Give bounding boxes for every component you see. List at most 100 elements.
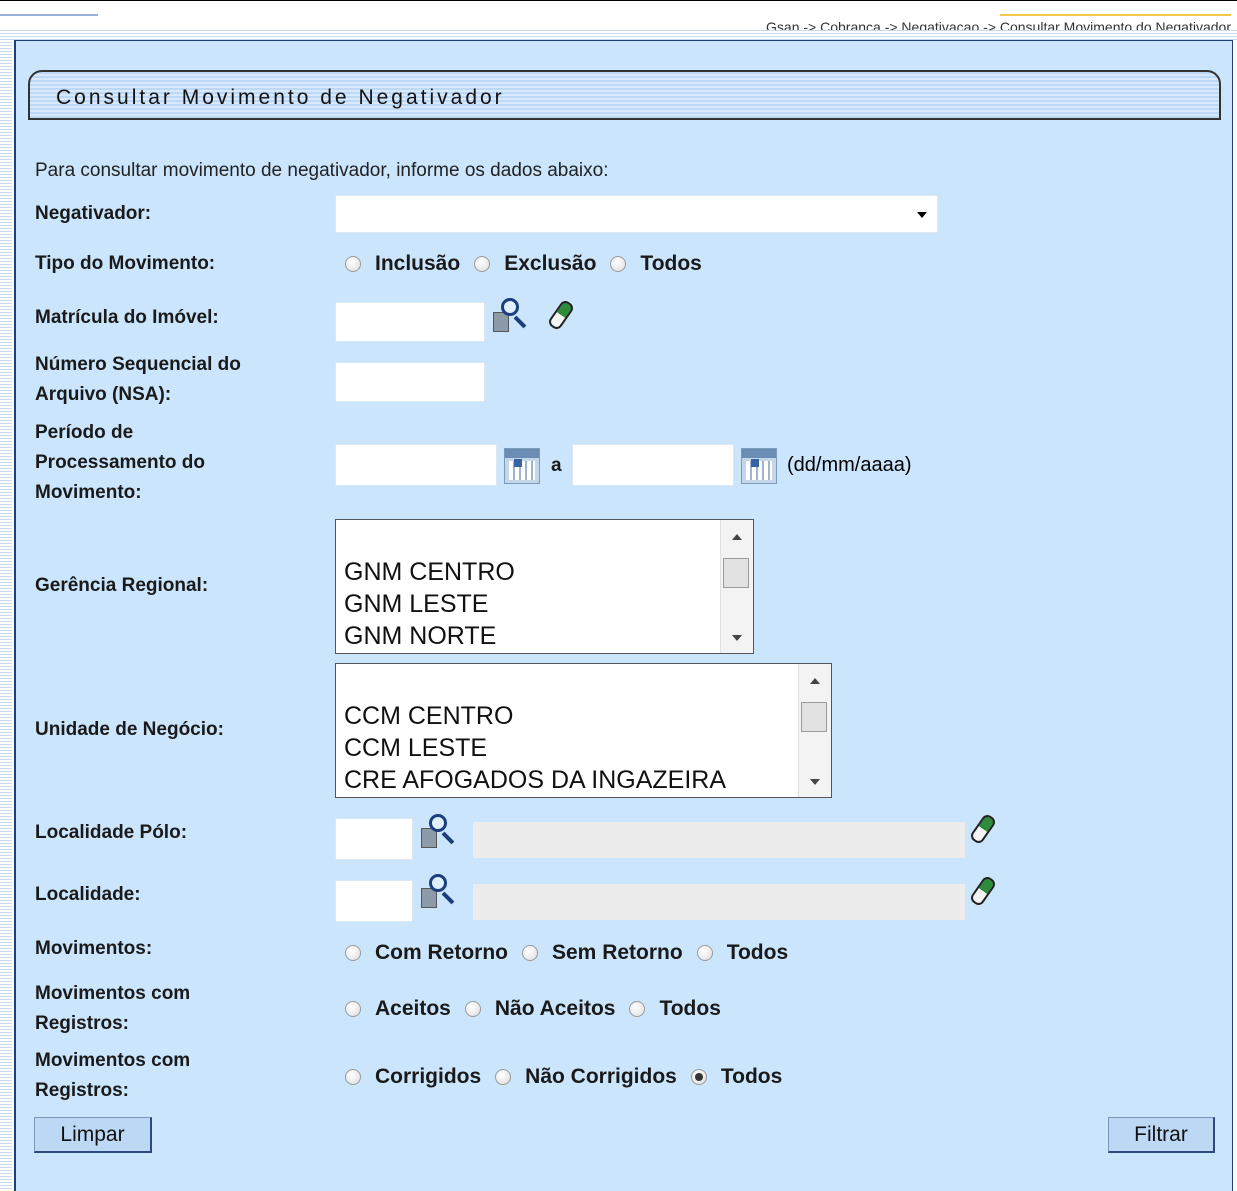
eraser-icon[interactable] [546,296,590,334]
periodo-label: Período de Processamento do Movimento: [35,418,205,508]
localidade-polo-code-input[interactable] [335,818,413,860]
matricula-label: Matrícula do Imóvel: [35,307,219,328]
eraser-icon[interactable] [968,872,1012,910]
tipo-option-inclusao[interactable]: Inclusão [345,252,460,276]
list-item[interactable]: GNM LESTE [344,588,515,620]
movimentos-option-sem-retorno[interactable]: Sem Retorno [522,941,683,965]
intro-text: Para consultar movimento de negativador,… [35,160,609,181]
movimentos-option-com-retorno[interactable]: Com Retorno [345,941,508,965]
search-icon[interactable] [493,298,535,336]
corrigidos-option-corrigidos[interactable]: Corrigidos [345,1065,481,1089]
scroll-down-icon[interactable] [810,779,820,785]
option-label: Não Aceitos [494,997,616,1020]
radio-button[interactable] [610,256,627,272]
option-label: Não Corrigidos [525,1065,677,1088]
mov-registros-label-line2: Registros: [35,1013,129,1034]
mov-registros-corrigidos-label-line2: Registros: [35,1080,129,1101]
nsa-input[interactable] [335,362,485,402]
radio-button[interactable] [696,945,713,961]
mov-registros-label: Movimentos com Registros: [35,979,190,1039]
scroll-up-icon[interactable] [810,678,820,684]
radio-button[interactable] [345,945,361,961]
option-label: Sem Retorno [552,941,683,964]
periodo-separator: a [551,455,562,476]
list-item[interactable]: CRE AFOGADOS DA INGAZEIRA [344,764,726,796]
tipo-option-exclusao[interactable]: Exclusão [474,252,596,276]
top-stub [0,14,98,16]
radio-button[interactable] [345,1001,361,1017]
localidade-polo-label: Localidade Pólo: [35,822,188,843]
localidade-code-input[interactable] [335,880,413,922]
matricula-input[interactable] [335,302,485,342]
periodo-label-line3: Movimento: [35,482,142,503]
calendar-icon[interactable] [741,448,777,484]
chevron-down-icon [917,212,927,218]
periodo-start-input[interactable] [335,444,497,486]
option-label: Exclusão [504,252,597,275]
tipo-option-todos[interactable]: Todos [610,252,702,276]
mov-registros-label-line1: Movimentos com [35,983,191,1004]
limpar-button[interactable]: Limpar [34,1117,152,1153]
scroll-up-icon[interactable] [732,534,742,540]
list-item[interactable]: GNM NORTE [344,620,515,652]
filtrar-button[interactable]: Filtrar [1108,1117,1215,1153]
option-label: Corrigidos [375,1065,482,1088]
list-item[interactable] [344,668,726,700]
mov-registros-option-aceitos[interactable]: Aceitos [345,997,451,1021]
nsa-label: Número Sequencial do Arquivo (NSA): [35,350,241,410]
mov-registros-radios: Aceitos Não Aceitos Todos [345,997,735,1021]
page-title-bar: Consultar Movimento de Negativador [28,70,1221,120]
localidade-label: Localidade: [35,884,141,905]
mov-registros-option-todos[interactable]: Todos [629,997,721,1021]
gerencia-label: Gerência Regional: [35,575,209,596]
scrollbar[interactable] [798,664,831,797]
option-label: Inclusão [375,252,461,275]
radio-button[interactable] [629,1001,646,1017]
mov-registros-corrigidos-label-line1: Movimentos com [35,1050,191,1071]
negativador-label: Negativador: [35,203,152,224]
list-item[interactable]: GNM CENTRO [344,556,515,588]
corrigidos-option-todos[interactable]: Todos [690,1065,783,1089]
localidade-name-field [473,884,965,920]
option-label: Todos [720,1065,783,1088]
mov-registros-option-nao-aceitos[interactable]: Não Aceitos [464,997,616,1021]
calendar-icon[interactable] [504,448,540,484]
option-label: Todos [726,941,789,964]
radio-button[interactable] [345,256,361,272]
unidade-label: Unidade de Negócio: [35,719,224,740]
movimentos-option-todos[interactable]: Todos [696,941,789,965]
scrollbar[interactable] [720,520,753,653]
negativador-select[interactable] [335,195,938,233]
radio-button[interactable] [464,1001,481,1017]
radio-button[interactable] [495,1069,512,1085]
option-label: Todos [640,252,702,275]
scroll-down-icon[interactable] [732,635,742,641]
list-item[interactable]: CCM CENTRO [344,700,726,732]
scroll-thumb[interactable] [801,702,827,732]
tipo-movimento-label: Tipo do Movimento: [35,253,216,274]
radio-button[interactable] [345,1069,361,1085]
periodo-label-line2: Processamento do [35,452,205,473]
eraser-icon[interactable] [968,810,1012,848]
gerencia-listbox[interactable]: GNM CENTRO GNM LESTE GNM NORTE [335,519,754,654]
radio-button[interactable] [522,945,538,961]
option-label: Todos [659,997,721,1020]
nsa-label-line2: Arquivo (NSA): [35,384,172,405]
radio-button-selected[interactable] [690,1069,707,1085]
periodo-label-line1: Período de [35,422,134,443]
decorative-left-stripe [0,30,12,1191]
list-item[interactable]: CCM LESTE [344,732,726,764]
periodo-end-input[interactable] [572,444,734,486]
top-border [0,0,1237,1]
unidade-listbox[interactable]: CCM CENTRO CCM LESTE CRE AFOGADOS DA ING… [335,663,832,798]
mov-registros-corrigidos-radios: Corrigidos Não Corrigidos Todos [345,1065,796,1089]
movimentos-radios: Com Retorno Sem Retorno Todos [345,941,802,965]
search-icon[interactable] [421,814,463,852]
decorative-top-stripe [0,30,1237,40]
list-item[interactable] [344,524,515,556]
corrigidos-option-nao-corrigidos[interactable]: Não Corrigidos [495,1065,677,1089]
scroll-thumb[interactable] [723,558,749,588]
date-format-hint: (dd/mm/aaaa) [787,454,912,476]
radio-button[interactable] [474,256,491,272]
search-icon[interactable] [421,874,463,912]
